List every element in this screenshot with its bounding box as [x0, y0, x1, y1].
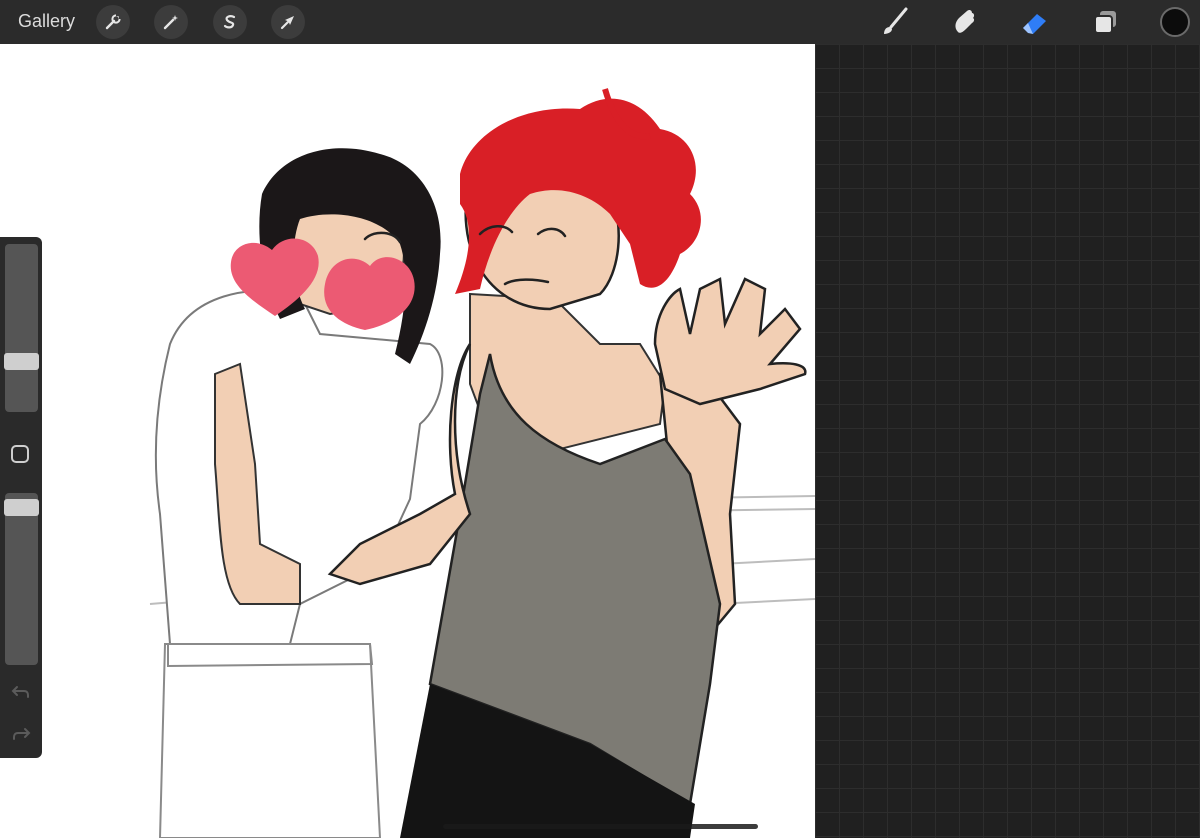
color-picker-button[interactable]	[1160, 7, 1190, 37]
opacity-slider[interactable]	[5, 493, 38, 665]
artwork-illustration	[149, 88, 815, 838]
magic-wand-icon	[163, 15, 178, 30]
canvas-grid-background	[815, 44, 1200, 838]
redo-icon	[13, 728, 31, 740]
brush-size-thumb[interactable]	[4, 352, 39, 370]
smudge-tool-button[interactable]	[948, 6, 980, 38]
selection-s-icon	[223, 15, 236, 29]
brush-icon	[884, 7, 908, 34]
wrench-icon	[105, 13, 122, 30]
eraser-tool-button[interactable]	[1019, 6, 1051, 38]
brush-sidebar	[0, 237, 42, 758]
adjustments-button[interactable]	[154, 5, 188, 39]
transform-button[interactable]	[271, 5, 305, 39]
selection-button[interactable]	[213, 5, 247, 39]
square-modifier-button[interactable]	[11, 445, 29, 463]
opacity-thumb[interactable]	[4, 499, 39, 517]
gallery-button[interactable]: Gallery	[18, 11, 75, 32]
layers-icon	[1094, 11, 1116, 34]
smudge-finger-icon	[955, 9, 975, 33]
brush-tool-button[interactable]	[878, 6, 910, 38]
arrow-cursor-icon	[280, 16, 294, 30]
drawing-canvas[interactable]	[0, 44, 815, 838]
undo-icon	[11, 686, 29, 698]
home-indicator[interactable]	[443, 824, 758, 829]
eraser-icon	[1023, 14, 1046, 34]
top-toolbar: Gallery	[0, 0, 1200, 44]
undo-button[interactable]	[11, 681, 31, 701]
redo-button[interactable]	[11, 723, 31, 743]
brush-size-slider[interactable]	[5, 244, 38, 412]
actions-button[interactable]	[96, 5, 130, 39]
layers-button[interactable]	[1090, 6, 1122, 38]
